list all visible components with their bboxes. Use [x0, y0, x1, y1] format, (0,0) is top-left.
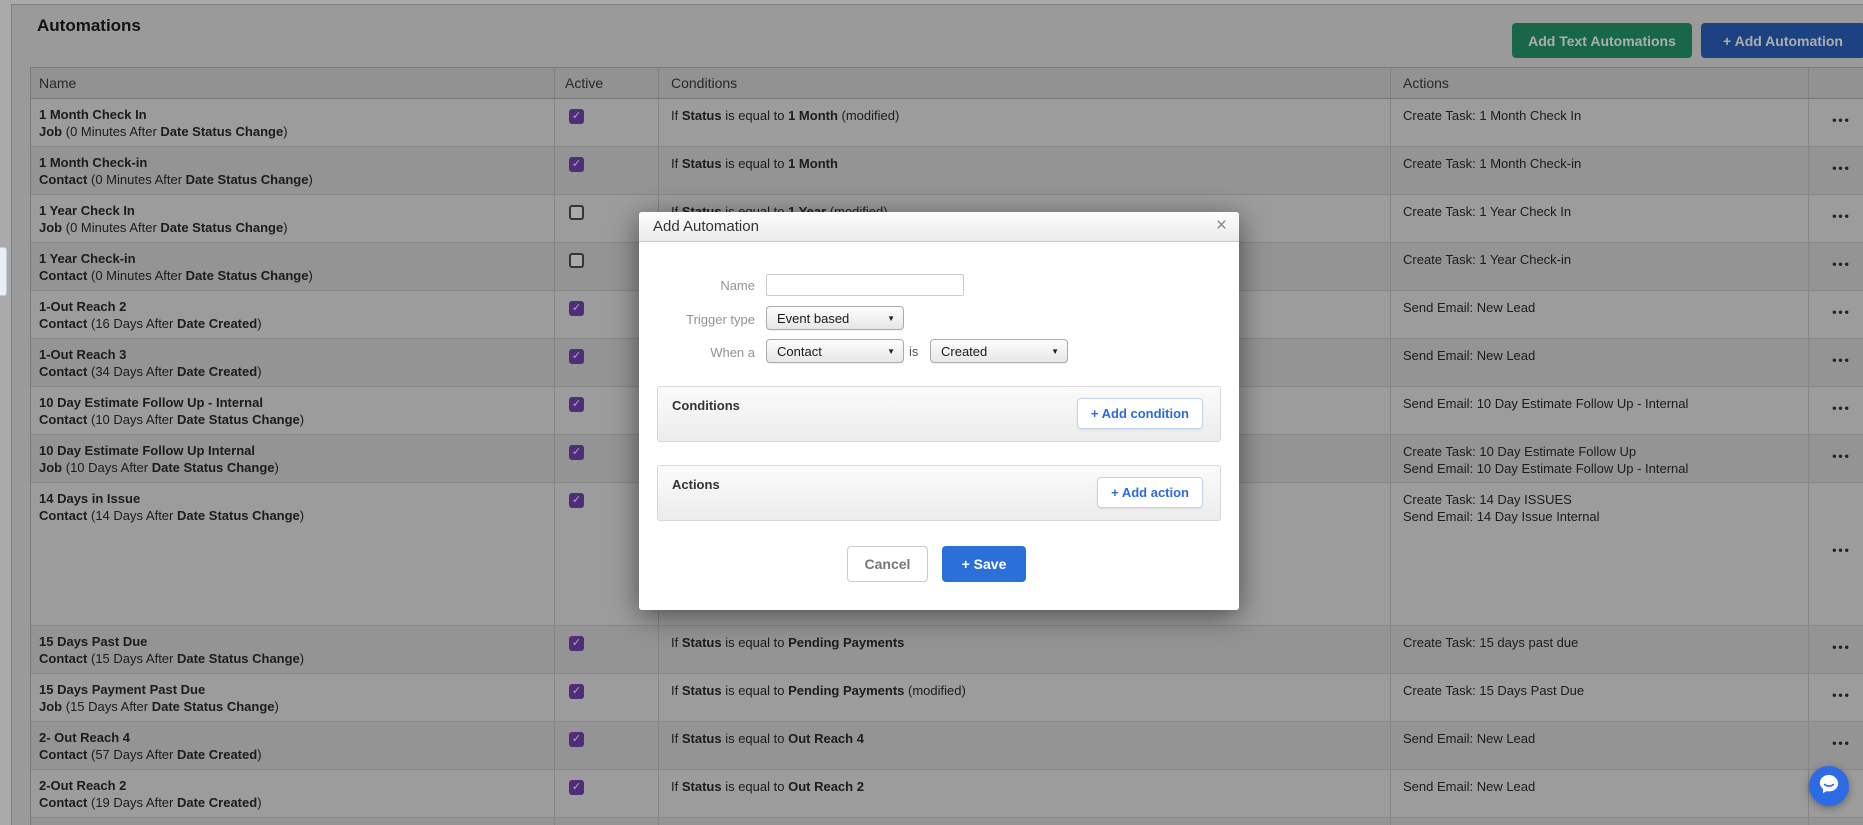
- modal-header: Add Automation ×: [639, 212, 1239, 242]
- when-a-label: When a: [710, 345, 755, 360]
- chevron-down-icon: ▼: [1051, 346, 1059, 356]
- name-input[interactable]: [766, 274, 964, 296]
- name-label: Name: [720, 278, 755, 293]
- trigger-type-select[interactable]: Event based ▼: [766, 306, 904, 330]
- modal-title: Add Automation: [653, 218, 759, 235]
- actions-panel-label: Actions: [672, 477, 720, 492]
- chat-bubble-icon: [1818, 773, 1840, 800]
- close-icon[interactable]: ×: [1216, 215, 1227, 237]
- chevron-down-icon: ▼: [887, 346, 895, 356]
- conditions-panel-label: Conditions: [672, 398, 740, 413]
- add-automation-modal: Add Automation × Name Trigger type Event…: [639, 212, 1239, 610]
- side-drawer-handle[interactable]: [0, 247, 7, 296]
- trigger-type-value: Event based: [777, 310, 850, 326]
- app-window: Automations Add Text Automations + Add A…: [0, 0, 1863, 825]
- event-select[interactable]: Created ▼: [930, 339, 1068, 363]
- save-button[interactable]: + Save: [942, 546, 1026, 582]
- chevron-down-icon: ▼: [887, 313, 895, 323]
- cancel-button[interactable]: Cancel: [847, 546, 928, 582]
- add-condition-button[interactable]: + Add condition: [1076, 398, 1203, 429]
- entity-value: Contact: [777, 343, 822, 359]
- conditions-panel: Conditions + Add condition: [657, 386, 1221, 442]
- actions-panel: Actions + Add action: [657, 465, 1221, 521]
- event-value: Created: [941, 343, 988, 359]
- chat-launcher[interactable]: [1809, 766, 1849, 806]
- entity-select[interactable]: Contact ▼: [766, 339, 904, 363]
- trigger-type-label: Trigger type: [686, 312, 755, 327]
- add-action-button[interactable]: + Add action: [1097, 477, 1203, 508]
- is-connector-label: is: [909, 344, 919, 359]
